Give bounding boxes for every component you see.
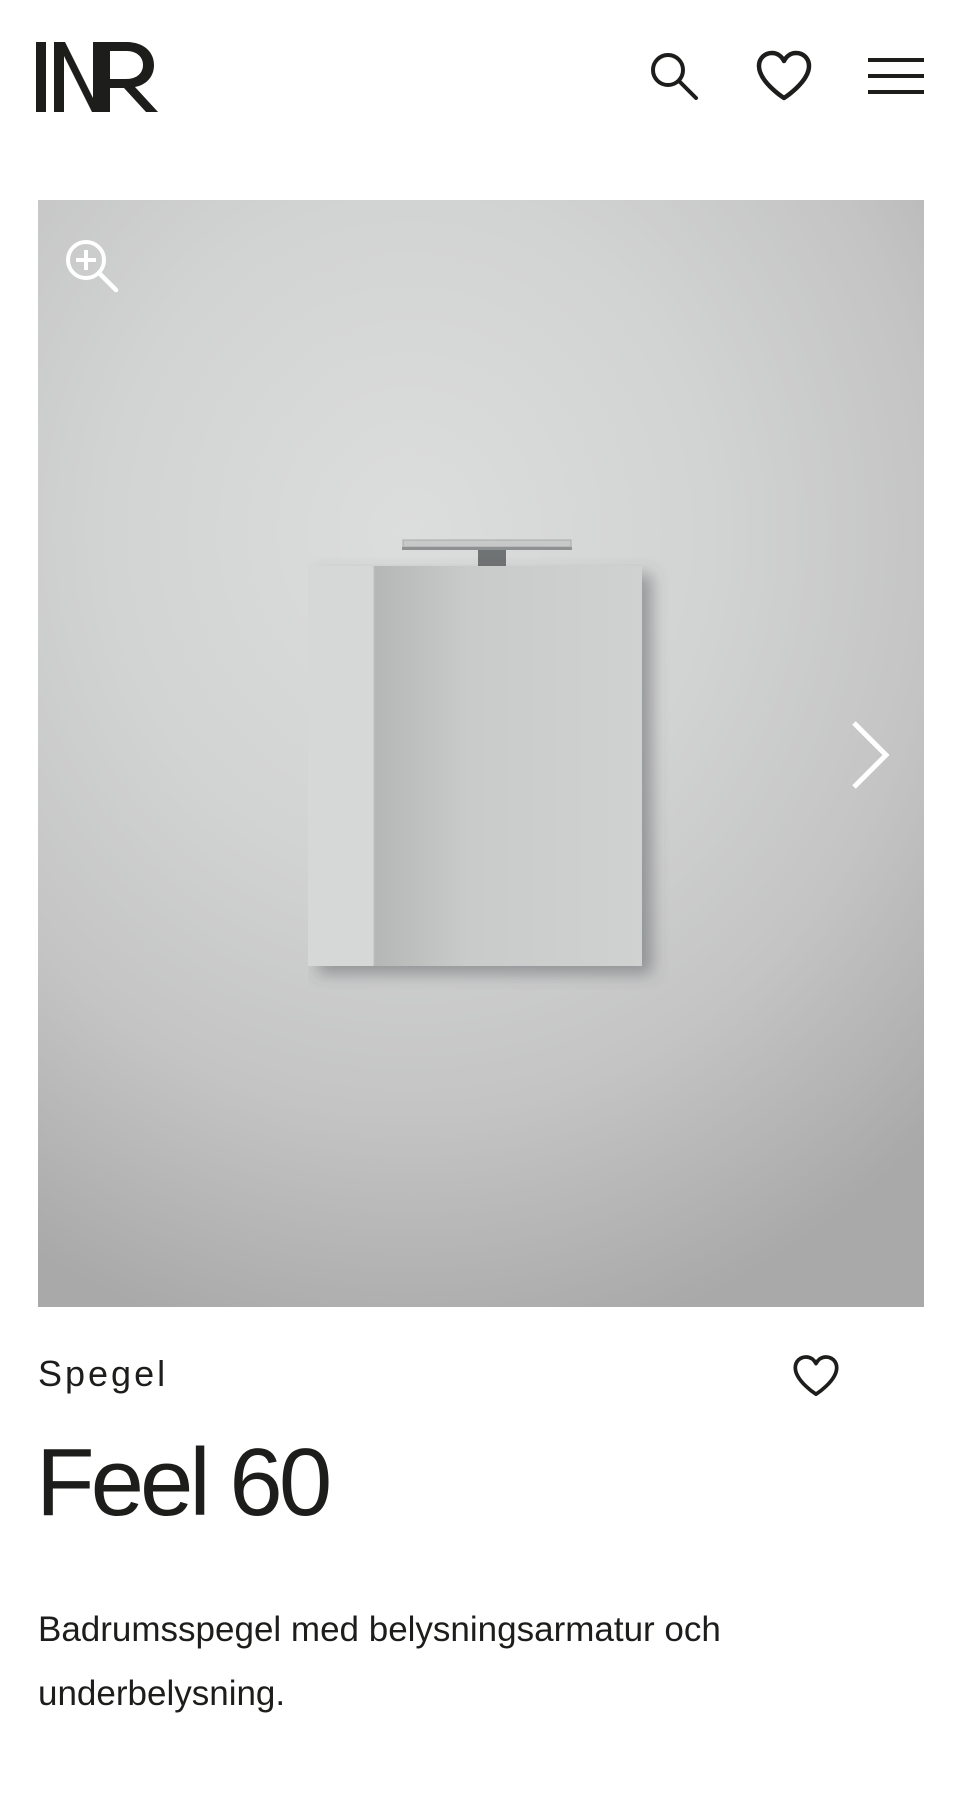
search-icon [651, 53, 698, 100]
menu-button[interactable] [866, 46, 926, 106]
heart-icon [793, 1355, 839, 1397]
search-button[interactable] [644, 46, 704, 106]
site-header [0, 0, 960, 160]
inr-logo-mark [36, 42, 158, 112]
next-image-button[interactable] [838, 710, 902, 800]
product-description: Badrumsspegel med belysningsarmatur och … [38, 1610, 721, 1713]
zoom-button[interactable] [62, 236, 122, 296]
product-category: Spegel [38, 1353, 169, 1394]
add-to-favorites-button[interactable] [786, 1348, 846, 1404]
product-title: Feel 60 [36, 1429, 332, 1536]
product-image-mirror-cabinet [308, 539, 642, 966]
hamburger-menu-icon [868, 58, 924, 94]
favorites-button[interactable] [754, 46, 814, 106]
chevron-right-icon [852, 721, 890, 789]
zoom-in-icon [66, 240, 119, 293]
inr-logo[interactable] [36, 40, 158, 114]
heart-icon [756, 50, 812, 101]
product-image-gallery[interactable] [38, 200, 924, 1307]
